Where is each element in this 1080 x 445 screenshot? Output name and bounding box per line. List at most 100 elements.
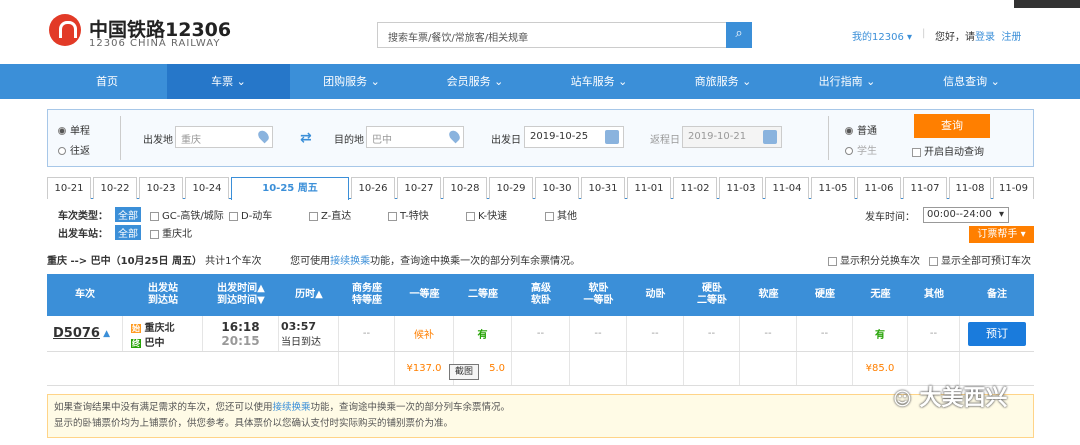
nav-station[interactable]: 站车服务 ⌄: [537, 64, 661, 99]
tab-date[interactable]: 11-04: [765, 177, 809, 199]
duration-cell: 03:57 当日到达: [279, 316, 339, 351]
filter-station[interactable]: 重庆北: [150, 225, 192, 240]
seat-no-seat[interactable]: 有: [853, 316, 908, 351]
seat-first[interactable]: 候补: [395, 316, 454, 351]
train-number-link[interactable]: D5076: [53, 326, 100, 341]
opt-all-bookable[interactable]: 显示全部可预订车次: [929, 252, 1031, 267]
tab-date[interactable]: 11-05: [811, 177, 855, 199]
nav-home[interactable]: 首页: [47, 64, 167, 99]
screenshot-tooltip: 截图: [449, 364, 479, 380]
duration: 03:57: [281, 319, 317, 333]
tab-date[interactable]: 11-01: [627, 177, 671, 199]
oneway-radio[interactable]: 单程: [58, 122, 90, 137]
terminal-tag: 终: [131, 338, 141, 348]
depart-date-input[interactable]: 2019-10-25: [524, 126, 624, 148]
divider: [120, 116, 121, 160]
login-link[interactable]: 登录: [975, 32, 995, 43]
from-label: 出发地: [143, 135, 173, 146]
col-times[interactable]: 出发时间▲ 到达时间▼: [203, 274, 279, 316]
time-select[interactable]: 00:00--24:00 ▾: [923, 207, 1009, 223]
checkbox-icon: [545, 211, 554, 221]
tab-date[interactable]: 10-26: [351, 177, 395, 199]
checkbox-icon: [309, 211, 318, 221]
register-link[interactable]: 注册: [1001, 32, 1021, 43]
tab-date[interactable]: 10-22: [93, 177, 137, 199]
radio-icon: [58, 127, 66, 135]
tab-date[interactable]: 11-03: [719, 177, 763, 199]
tab-date[interactable]: 11-02: [673, 177, 717, 199]
calendar-icon[interactable]: [763, 130, 777, 144]
query-button[interactable]: 查询: [914, 114, 990, 138]
nav-group[interactable]: 团购服务 ⌄: [290, 64, 413, 99]
swap-icon[interactable]: ⇄: [300, 130, 312, 146]
tab-date[interactable]: 11-06: [857, 177, 901, 199]
checkbox-icon: [912, 147, 921, 157]
price-row: ¥137.0 5.0 ¥85.0: [47, 352, 1034, 386]
tab-date[interactable]: 10-24: [185, 177, 229, 199]
col-stations[interactable]: 出发站 到达站: [123, 274, 203, 316]
filter-other[interactable]: 其他: [545, 207, 577, 222]
nav-tickets[interactable]: 车票 ⌄: [167, 64, 290, 99]
seat-hard-sleeper: --: [684, 316, 740, 351]
checkbox-icon: [150, 229, 159, 239]
tab-date[interactable]: 10-23: [139, 177, 183, 199]
nav-info[interactable]: 信息查询 ⌄: [909, 64, 1034, 99]
checkbox-icon: [828, 256, 837, 266]
col-business: 商务座 特等座: [352, 283, 382, 306]
col-duration[interactable]: 历时▲: [279, 274, 339, 316]
tab-date[interactable]: 11-07: [903, 177, 947, 199]
return-date-input[interactable]: 2019-10-21: [682, 126, 782, 148]
tab-date[interactable]: 10-28: [443, 177, 487, 199]
from-input[interactable]: 重庆: [175, 126, 273, 148]
expand-icon[interactable]: ▲: [103, 329, 110, 339]
station-cell: 始 重庆北 终 巴中: [123, 316, 203, 351]
filter-t[interactable]: T-特快: [388, 207, 429, 222]
student-radio[interactable]: 学生: [845, 142, 877, 157]
tab-date[interactable]: 10-30: [535, 177, 579, 199]
price-blank: [47, 352, 339, 385]
normal-radio[interactable]: 普通: [845, 122, 877, 137]
to-station[interactable]: 巴中: [144, 338, 164, 349]
tab-date[interactable]: 11-09: [993, 177, 1034, 199]
filter-k[interactable]: K-快速: [466, 207, 507, 222]
site-search-input[interactable]: 搜索车票/餐饮/常旅客/相关规章 ⌕: [377, 22, 752, 48]
filter-z[interactable]: Z-直达: [309, 207, 351, 222]
notice-transfer-link[interactable]: 接续换乘: [273, 402, 311, 413]
opt-points[interactable]: 显示积分兑换车次: [828, 252, 920, 267]
filter-d[interactable]: D-动车: [229, 207, 272, 222]
col-emu-sleeper: 动卧: [645, 289, 666, 300]
roundtrip-radio[interactable]: 往返: [58, 142, 90, 157]
book-button[interactable]: 预订: [968, 321, 1026, 346]
col-second: 二等座: [468, 289, 498, 300]
nav-guide[interactable]: 出行指南 ⌄: [785, 64, 909, 99]
to-input[interactable]: 巴中: [366, 126, 464, 148]
radio-icon: [58, 147, 66, 155]
nav-business[interactable]: 商旅服务 ⌄: [661, 64, 785, 99]
booking-helper-button[interactable]: 订票帮手 ▾: [969, 226, 1034, 243]
calendar-icon[interactable]: [605, 130, 619, 144]
date-tabs: 10-21 10-22 10-23 10-24 10-25 周五 10-26 1…: [47, 177, 1034, 200]
railway-logo-icon[interactable]: [49, 14, 81, 46]
type-filter-all[interactable]: 全部: [115, 207, 141, 222]
station-filter-all[interactable]: 全部: [115, 225, 141, 240]
transfer-link[interactable]: 接续换乘: [330, 256, 370, 267]
site-header: 中国铁路12306 12306 CHINA RAILWAY 搜索车票/餐饮/常旅…: [0, 0, 1080, 64]
auto-query-checkbox[interactable]: 开启自动查询: [912, 143, 984, 158]
tab-date[interactable]: 10-27: [397, 177, 441, 199]
seat-deluxe-sleeper: --: [512, 316, 570, 351]
tab-date-active[interactable]: 10-25 周五: [231, 177, 349, 200]
tab-date[interactable]: 10-29: [489, 177, 533, 199]
filter-gc[interactable]: GC-高铁/城际: [150, 207, 224, 222]
seat-hard-seat: --: [797, 316, 853, 351]
remark-cell: 预订: [960, 316, 1034, 351]
seat-second[interactable]: 有: [454, 316, 512, 351]
my12306-link[interactable]: 我的12306 ▾: [852, 28, 912, 43]
tab-date[interactable]: 11-08: [949, 177, 991, 199]
from-station[interactable]: 重庆北: [144, 323, 174, 334]
search-icon[interactable]: ⌕: [726, 22, 752, 48]
checkbox-icon: [229, 211, 238, 221]
nav-member[interactable]: 会员服务 ⌄: [413, 64, 537, 99]
tab-date[interactable]: 10-31: [581, 177, 625, 199]
tab-date[interactable]: 10-21: [47, 177, 91, 199]
checkbox-icon: [150, 211, 159, 221]
